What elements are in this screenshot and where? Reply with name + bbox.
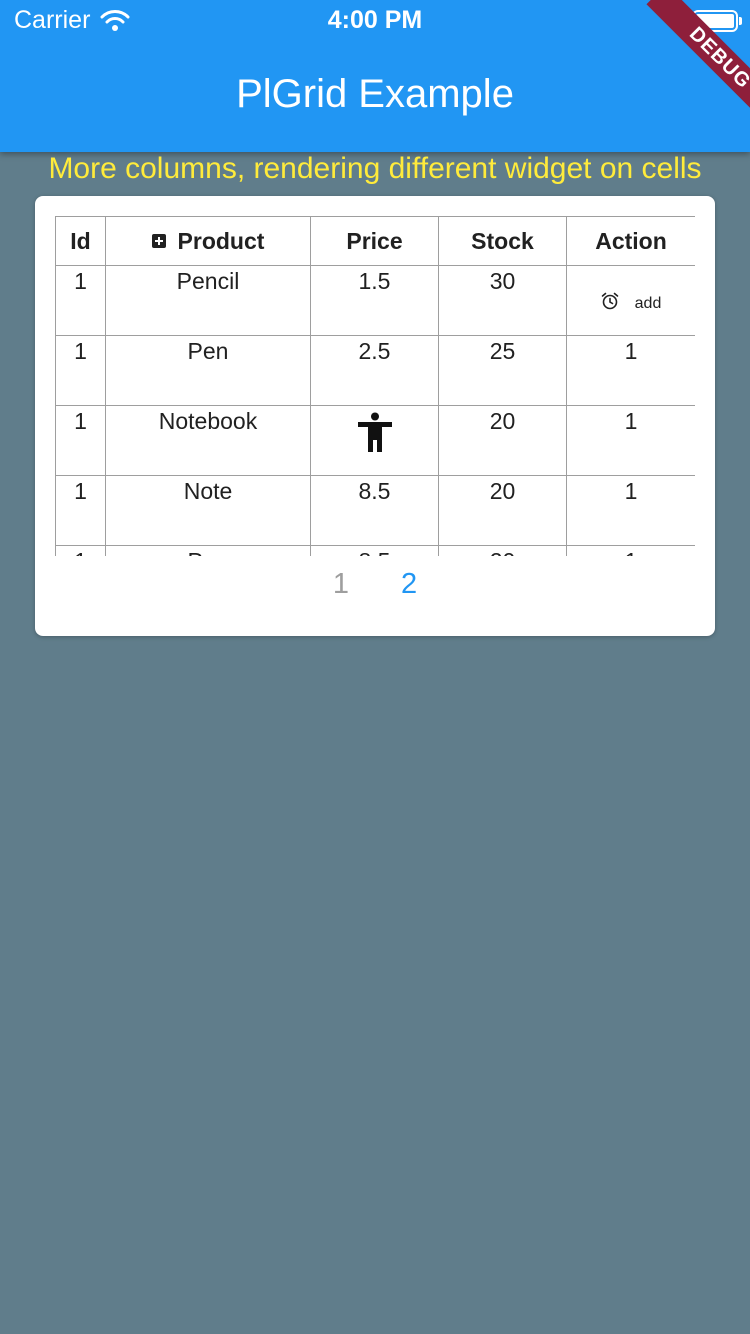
cell-price: 1.5 xyxy=(310,265,439,336)
accessibility-icon xyxy=(357,412,393,458)
column-header-product-label: Product xyxy=(177,227,265,254)
table-row[interactable]: 1 Pen 2.5 25 1 xyxy=(55,335,695,406)
alarm-icon[interactable] xyxy=(601,292,619,315)
grid-scroll-area[interactable]: Id Product Price Stock Action 1 Pencil 1… xyxy=(55,216,695,556)
cell-action: add xyxy=(566,265,695,336)
clock: 4:00 PM xyxy=(327,6,423,34)
column-header-price[interactable]: Price xyxy=(310,216,439,266)
cell-id: 1 xyxy=(55,545,106,556)
cell-stock: 30 xyxy=(438,265,567,336)
cell-id: 1 xyxy=(55,475,106,546)
app-bar: Carrier 4:00 PM PlGrid Example DEBUG xyxy=(0,0,750,152)
cell-stock: 20 xyxy=(438,405,567,476)
cell-price: 2.5 xyxy=(310,335,439,406)
column-header-product[interactable]: Product xyxy=(105,216,311,266)
grid-card: Id Product Price Stock Action 1 Pencil 1… xyxy=(35,196,715,636)
table-row[interactable]: 1 Pen 8.5 20 1 xyxy=(55,545,695,556)
battery-tip xyxy=(739,17,742,25)
cell-stock: 20 xyxy=(438,545,567,556)
cell-product: Notebook xyxy=(105,405,311,476)
data-grid: Id Product Price Stock Action 1 Pencil 1… xyxy=(55,216,695,556)
column-header-stock[interactable]: Stock xyxy=(438,216,567,266)
cell-action: 1 xyxy=(566,335,695,406)
cell-price: 8.5 xyxy=(310,545,439,556)
status-bar: Carrier 4:00 PM xyxy=(0,0,750,40)
cell-product: Pen xyxy=(105,335,311,406)
page-title: PlGrid Example xyxy=(236,72,514,116)
cell-price xyxy=(310,405,439,476)
cell-id: 1 xyxy=(55,265,106,336)
cell-stock: 25 xyxy=(438,335,567,406)
page-button-1[interactable]: 1 xyxy=(333,568,349,601)
add-box-icon[interactable] xyxy=(151,234,166,249)
table-row[interactable]: 1 Pencil 1.5 30 add xyxy=(55,265,695,336)
page-button-2[interactable]: 2 xyxy=(401,568,417,601)
grid-header-row: Id Product Price Stock Action xyxy=(55,216,695,266)
table-row[interactable]: 1 Note 8.5 20 1 xyxy=(55,475,695,546)
cell-price: 8.5 xyxy=(310,475,439,546)
cell-product: Pencil xyxy=(105,265,311,336)
cell-product: Pen xyxy=(105,545,311,556)
grid-description: More columns, rendering different widget… xyxy=(48,152,702,185)
add-action-label[interactable]: add xyxy=(635,295,662,313)
cell-action: 1 xyxy=(566,405,695,476)
table-row[interactable]: 1 Notebook 20 1 xyxy=(55,405,695,476)
cell-id: 1 xyxy=(55,335,106,406)
cell-product: Note xyxy=(105,475,311,546)
cell-stock: 20 xyxy=(438,475,567,546)
pagination: 1 2 xyxy=(35,568,715,601)
column-header-action[interactable]: Action xyxy=(566,216,695,266)
cell-id: 1 xyxy=(55,405,106,476)
column-header-id[interactable]: Id xyxy=(55,216,106,266)
cell-action: 1 xyxy=(566,545,695,556)
cell-action: 1 xyxy=(566,475,695,546)
